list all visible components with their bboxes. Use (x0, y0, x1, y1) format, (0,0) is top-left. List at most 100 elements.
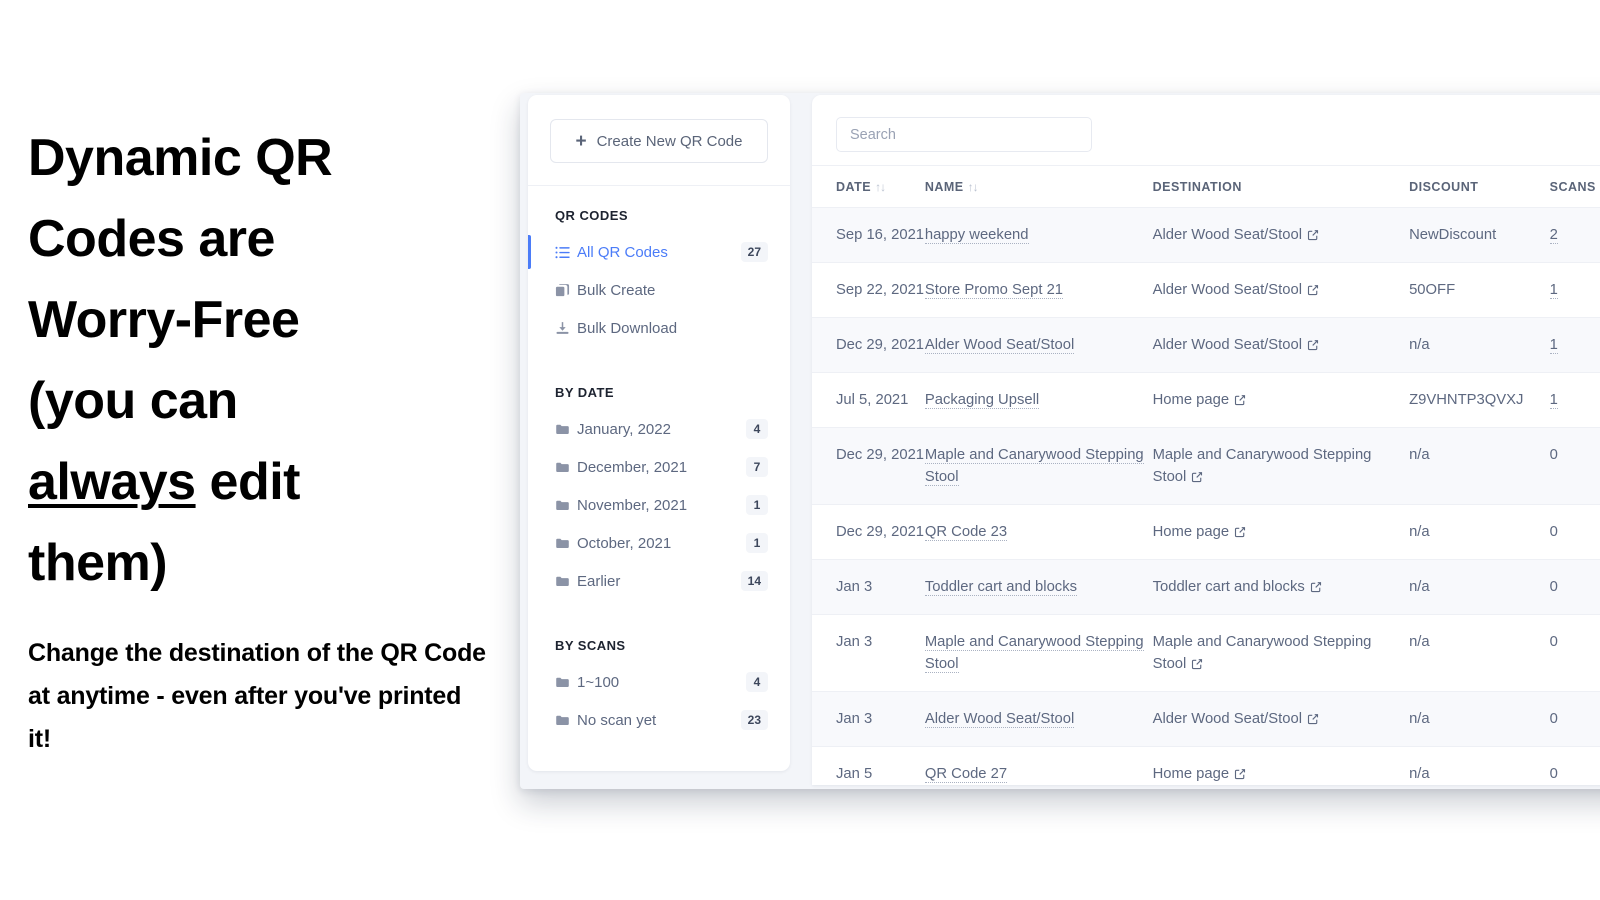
external-link-icon[interactable] (1234, 391, 1246, 413)
cell-scans[interactable]: 0 (1549, 746, 1600, 785)
scans-value: 1 (1549, 392, 1558, 409)
cell-name[interactable]: Packaging Upsell (924, 372, 1153, 428)
sidebar: + Create New QR Code QR CODES All QR Cod… (528, 95, 790, 771)
sort-arrows-icon[interactable]: ↑↓ (875, 180, 886, 194)
folder-icon (555, 460, 577, 475)
qr-name-link[interactable]: QR Code 23 (924, 524, 1008, 541)
column-header-name[interactable]: NAME ↑↓ (924, 165, 1153, 208)
cell-destination[interactable]: Home page (1152, 372, 1410, 428)
cell-destination[interactable]: Maple and Canarywood Stepping Stool (1152, 427, 1410, 505)
table-row[interactable]: Dec 29, 2021 Maple and Canarywood Steppi… (812, 427, 1600, 505)
cell-destination[interactable]: Toddler cart and blocks (1152, 559, 1410, 615)
cell-scans[interactable]: 0 (1549, 504, 1600, 560)
table-row[interactable]: Sep 16, 2021 happy weekend Alder Wood Se… (812, 207, 1600, 263)
scans-value: 2 (1549, 227, 1558, 244)
external-link-icon[interactable] (1234, 523, 1246, 545)
cell-destination[interactable]: Alder Wood Seat/Stool (1152, 262, 1410, 318)
sidebar-item-january-2022[interactable]: January, 2022 4 (528, 410, 790, 448)
column-header-discount: DISCOUNT (1409, 165, 1550, 208)
sidebar-item-all-qr-codes[interactable]: All QR Codes 27 (528, 233, 790, 271)
qr-name-link[interactable]: Toddler cart and blocks (924, 579, 1078, 596)
table-row[interactable]: Dec 29, 2021 QR Code 23 Home page n/a 0 (812, 504, 1600, 560)
cell-discount: n/a (1409, 317, 1550, 373)
sidebar-item-october-2021[interactable]: October, 2021 1 (528, 524, 790, 562)
cell-scans[interactable]: 0 (1549, 614, 1600, 692)
external-link-icon[interactable] (1307, 710, 1319, 732)
sidebar-item-december-2021[interactable]: December, 2021 7 (528, 448, 790, 486)
scans-value: 0 (1549, 711, 1558, 727)
cell-scans[interactable]: 0 (1549, 427, 1600, 505)
cell-scans[interactable]: 0 (1549, 559, 1600, 615)
qr-name-link[interactable]: Store Promo Sept 21 (924, 282, 1064, 299)
qr-name-link[interactable]: Maple and Canarywood Stepping Stool (924, 634, 1144, 673)
cell-name[interactable]: Store Promo Sept 21 (924, 262, 1153, 318)
qr-name-link[interactable]: Maple and Canarywood Stepping Stool (924, 447, 1144, 486)
sidebar-item-count: 1 (746, 495, 768, 515)
cell-scans[interactable]: 1 (1549, 372, 1600, 428)
cell-name[interactable]: Alder Wood Seat/Stool (924, 317, 1153, 373)
qr-codes-table: DATE ↑↓ NAME ↑↓ DESTINATION DISCOUNT SCANS… (812, 165, 1600, 785)
sort-arrows-icon[interactable]: ↑↓ (968, 180, 979, 194)
cell-destination[interactable]: Alder Wood Seat/Stool (1152, 317, 1410, 373)
section-title-qr-codes: QR CODES (555, 208, 628, 223)
cell-date: Dec 29, 2021 (812, 504, 925, 560)
cell-scans[interactable]: 0 (1549, 691, 1600, 747)
cell-destination[interactable]: Home page (1152, 504, 1410, 560)
sidebar-item-earlier[interactable]: Earlier 14 (528, 562, 790, 600)
cell-date: Jan 3 (812, 559, 925, 615)
cell-discount: n/a (1409, 746, 1550, 785)
external-link-icon[interactable] (1307, 226, 1319, 248)
sidebar-header: + Create New QR Code (528, 95, 790, 186)
qr-name-link[interactable]: happy weekend (924, 227, 1029, 244)
folder-icon (555, 675, 577, 690)
sidebar-item-1-100[interactable]: 1~100 4 (528, 663, 790, 701)
cell-destination[interactable]: Home page (1152, 746, 1410, 785)
table-row[interactable]: Jan 3 Alder Wood Seat/Stool Alder Wood S… (812, 691, 1600, 747)
folder-icon (555, 422, 577, 437)
headline-line-2: Codes are (28, 210, 275, 268)
table-head: DATE ↑↓ NAME ↑↓ DESTINATION DISCOUNT SCANS (812, 165, 1600, 208)
table-row[interactable]: Sep 22, 2021 Store Promo Sept 21 Alder W… (812, 262, 1600, 318)
cell-destination[interactable]: Maple and Canarywood Stepping Stool (1152, 614, 1410, 692)
qr-name-link[interactable]: Packaging Upsell (924, 392, 1040, 409)
table-row[interactable]: Jan 3 Maple and Canarywood Stepping Stoo… (812, 614, 1600, 692)
cell-name[interactable]: QR Code 27 (924, 746, 1153, 785)
external-link-icon[interactable] (1307, 281, 1319, 303)
sidebar-item-november-2021[interactable]: November, 2021 1 (528, 486, 790, 524)
sidebar-item-bulk-create[interactable]: Bulk Create (528, 271, 790, 309)
cell-discount: n/a (1409, 559, 1550, 615)
cell-name[interactable]: Toddler cart and blocks (924, 559, 1153, 615)
column-header-date[interactable]: DATE ↑↓ (812, 165, 925, 208)
qr-name-link[interactable]: Alder Wood Seat/Stool (924, 711, 1075, 728)
cell-name[interactable]: happy weekend (924, 207, 1153, 263)
external-link-icon[interactable] (1234, 765, 1246, 785)
cell-name[interactable]: Alder Wood Seat/Stool (924, 691, 1153, 747)
table-row[interactable]: Jan 5 QR Code 27 Home page n/a 0 (812, 746, 1600, 785)
sidebar-section-by-scans: BY SCANS 1~100 4 No scan yet 23 (528, 616, 790, 743)
cell-name[interactable]: Maple and Canarywood Stepping Stool (924, 614, 1153, 692)
table-row[interactable]: Jan 3 Toddler cart and blocks Toddler ca… (812, 559, 1600, 615)
table-row[interactable]: Dec 29, 2021 Alder Wood Seat/Stool Alder… (812, 317, 1600, 373)
table-row[interactable]: Jul 5, 2021 Packaging Upsell Home page Z… (812, 372, 1600, 428)
external-link-icon[interactable] (1191, 655, 1203, 677)
destination-text: Home page (1152, 524, 1230, 540)
cell-name[interactable]: Maple and Canarywood Stepping Stool (924, 427, 1153, 505)
create-new-qr-code-button[interactable]: + Create New QR Code (550, 119, 768, 163)
cell-scans[interactable]: 1 (1549, 262, 1600, 318)
destination-text: Maple and Canarywood Stepping Stool (1152, 447, 1372, 485)
search-input[interactable] (836, 117, 1092, 152)
cell-name[interactable]: QR Code 23 (924, 504, 1153, 560)
qr-name-link[interactable]: Alder Wood Seat/Stool (924, 337, 1075, 354)
cell-scans[interactable]: 1 (1549, 317, 1600, 373)
sidebar-item-no-scan-yet[interactable]: No scan yet 23 (528, 701, 790, 739)
cell-scans[interactable]: 2 (1549, 207, 1600, 263)
external-link-icon[interactable] (1307, 336, 1319, 358)
qr-name-link[interactable]: QR Code 27 (924, 766, 1008, 783)
cell-destination[interactable]: Alder Wood Seat/Stool (1152, 691, 1410, 747)
external-link-icon[interactable] (1191, 468, 1203, 490)
cell-destination[interactable]: Alder Wood Seat/Stool (1152, 207, 1410, 263)
sidebar-item-bulk-download[interactable]: Bulk Download (528, 309, 790, 347)
external-link-icon[interactable] (1310, 578, 1322, 600)
sidebar-item-count: 4 (746, 672, 768, 692)
